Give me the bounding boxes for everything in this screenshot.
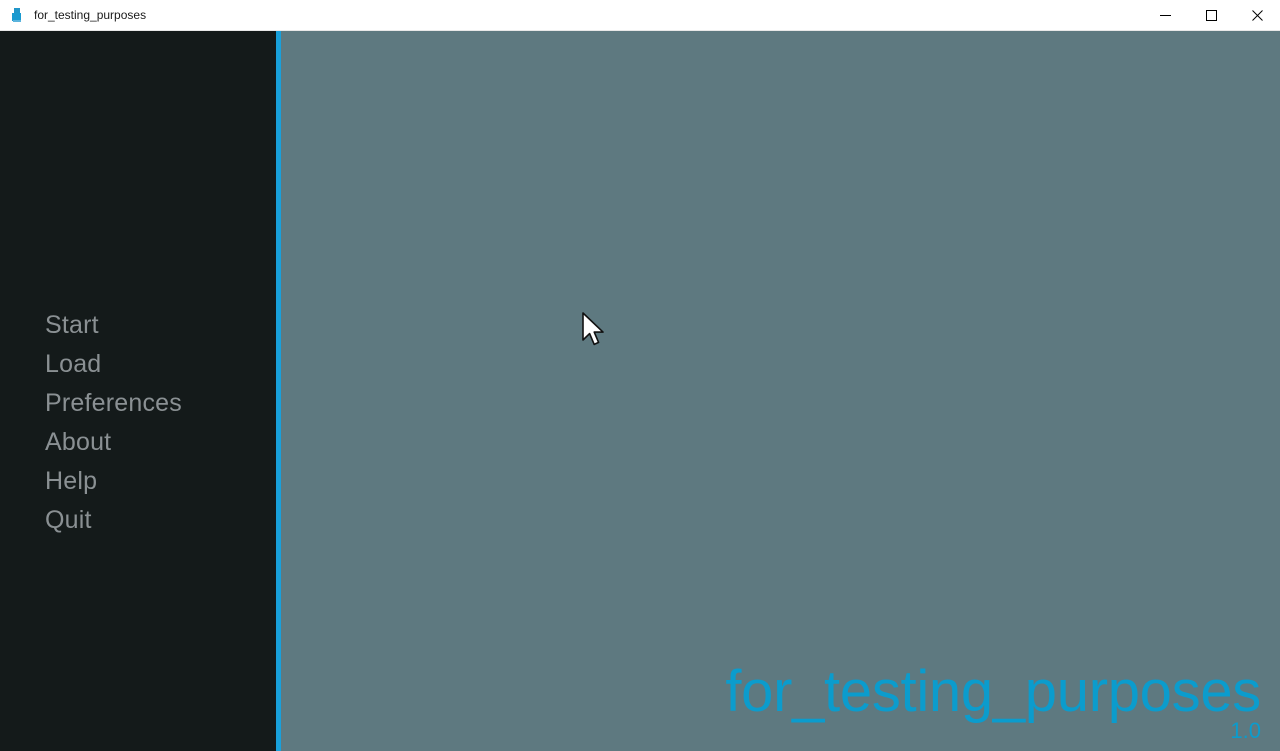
- window-content: Start Load Preferences About Help Quit f…: [0, 31, 1280, 751]
- app-figure-icon: [9, 7, 25, 23]
- close-button[interactable]: [1234, 0, 1280, 31]
- minimize-button[interactable]: [1142, 0, 1188, 31]
- minimize-icon: [1159, 15, 1171, 16]
- title-bar-left-group: for_testing_purposes: [0, 0, 146, 31]
- menu-item-help[interactable]: Help: [45, 465, 97, 497]
- branding-block: for_testing_purposes 1.0: [725, 661, 1261, 743]
- window-controls: [1142, 0, 1280, 31]
- main-menu: Start Load Preferences About Help Quit: [0, 31, 276, 751]
- menu-item-quit[interactable]: Quit: [45, 504, 92, 536]
- title-bar: for_testing_purposes: [0, 0, 1280, 31]
- menu-item-about[interactable]: About: [45, 426, 111, 458]
- sidebar: Start Load Preferences About Help Quit: [0, 31, 276, 751]
- maximize-icon: [1205, 10, 1217, 21]
- brand-title: for_testing_purposes: [725, 659, 1261, 724]
- window-title: for_testing_purposes: [34, 7, 147, 22]
- mouse-cursor-arrow-icon: [582, 312, 604, 346]
- close-icon: [1251, 10, 1263, 21]
- application-window: for_testing_purposes Start Load Preferen…: [0, 0, 1280, 751]
- main-content-panel: for_testing_purposes 1.0: [281, 31, 1280, 751]
- menu-item-start[interactable]: Start: [45, 309, 99, 341]
- menu-item-load[interactable]: Load: [45, 348, 101, 380]
- maximize-button[interactable]: [1188, 0, 1234, 31]
- menu-item-preferences[interactable]: Preferences: [45, 387, 182, 419]
- app-icon-foot: [13, 20, 21, 22]
